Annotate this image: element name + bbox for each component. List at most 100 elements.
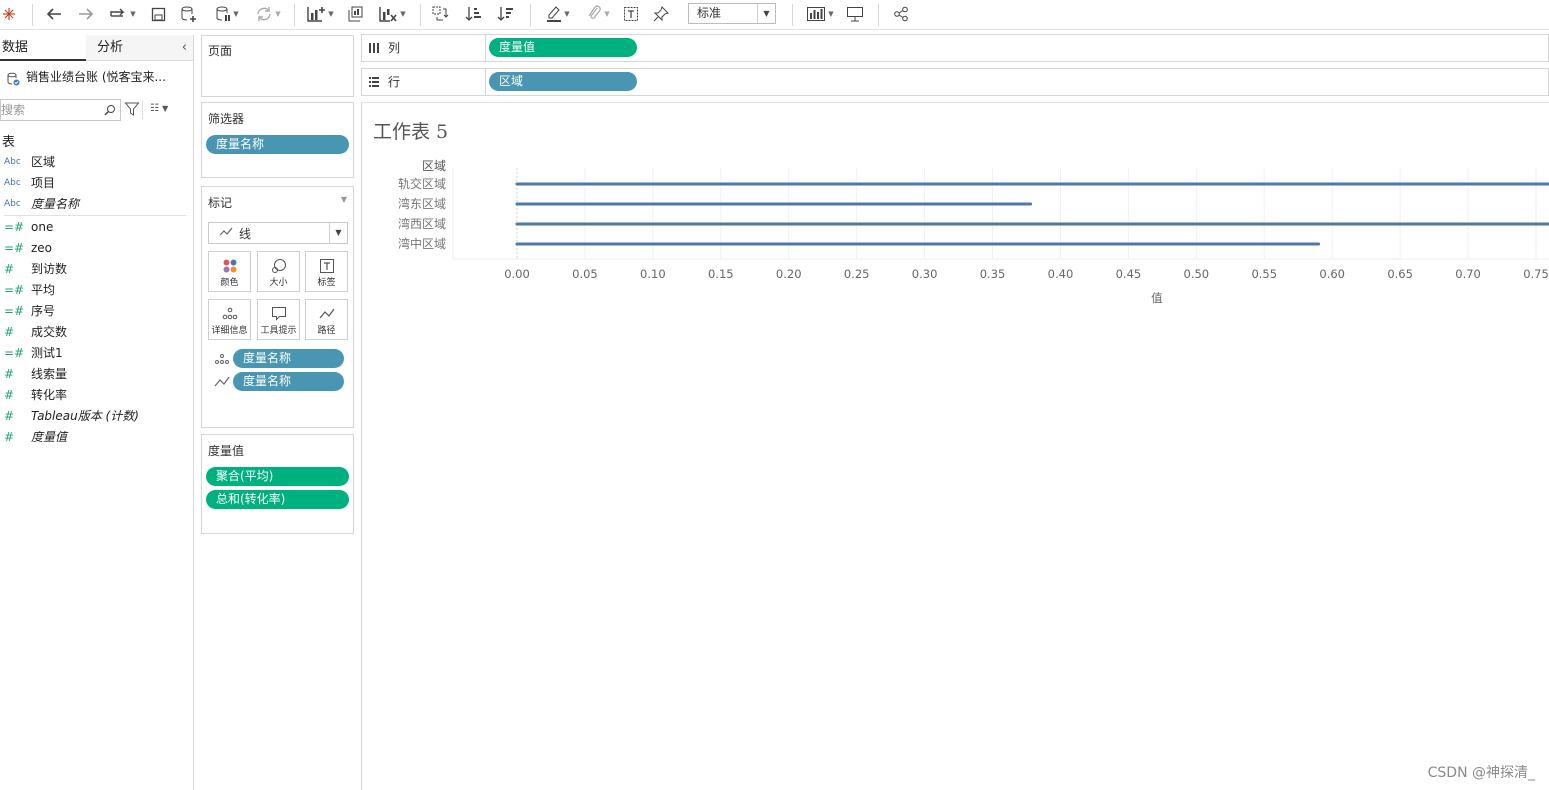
label-icon[interactable]: [620, 3, 642, 25]
view-list-icon[interactable]: ☷ ▼: [150, 103, 168, 114]
measure-field[interactable]: # 转化率: [0, 385, 190, 405]
row-label: 轨交区域: [398, 176, 446, 191]
dimension-field[interactable]: Abc 项目: [0, 173, 190, 193]
label-button[interactable]: 标签: [305, 251, 348, 292]
toolbar: ▼ ▼ ▼ ▼ ▼ ▼ ▼ 标准 ▼ ▼: [0, 0, 1549, 30]
dimension-field[interactable]: Abc 度量名称: [0, 194, 190, 214]
measure-field[interactable]: =# one: [0, 217, 190, 237]
search-field[interactable]: 搜索: [0, 99, 121, 121]
detail-button[interactable]: 详细信息: [208, 299, 251, 340]
tableau-logo-icon[interactable]: [0, 3, 18, 25]
clear-sheet-icon[interactable]: ▼: [374, 3, 410, 25]
x-tick-label: 0.10: [640, 267, 666, 281]
measure-field[interactable]: # 线索量: [0, 364, 190, 384]
tooltip-button[interactable]: 工具提示: [257, 299, 300, 340]
collapse-pane-icon[interactable]: ‹: [182, 35, 187, 61]
x-tick-label: 0.50: [1184, 267, 1210, 281]
measure-field[interactable]: =# 序号: [0, 301, 190, 321]
replay-icon[interactable]: ▼: [104, 3, 140, 25]
sheet-title: 工作表 5: [373, 121, 449, 143]
size-button[interactable]: 大小: [257, 251, 300, 292]
mark-type-value: 线: [239, 227, 252, 241]
filter-icon[interactable]: [124, 101, 140, 120]
measure-type-icon: #: [4, 430, 15, 444]
swap-icon[interactable]: [428, 3, 452, 25]
tooltip-icon: [258, 306, 299, 322]
columns-pill[interactable]: 度量值: [489, 38, 637, 57]
color-button[interactable]: 颜色: [208, 251, 251, 292]
measure-field-label: 度量值: [31, 430, 68, 444]
measure-field[interactable]: # 度量值: [0, 427, 190, 447]
marks-menu-icon[interactable]: ▼: [341, 195, 347, 204]
redo-icon[interactable]: [74, 3, 98, 25]
x-tick-label: 0.55: [1251, 267, 1277, 281]
data-pane: 数据 分析 ‹ 销售业绩台账 (悦客宝来... 搜索 ☷ ▼ 表 Abc 区域 Ab…: [0, 35, 194, 790]
rows-icon: [368, 69, 380, 97]
undo-icon[interactable]: [42, 3, 66, 25]
watermark: CSDN @神探清_: [1427, 765, 1535, 781]
measure-field[interactable]: # 到访数: [0, 259, 190, 279]
measure-type-icon: =#: [4, 283, 25, 297]
rows-pill[interactable]: 区域: [489, 72, 637, 91]
x-tick-label: 0.40: [1048, 267, 1074, 281]
refresh-icon[interactable]: ▼: [250, 3, 286, 25]
measure-field[interactable]: =# zeo: [0, 238, 190, 258]
measure-type-icon: #: [4, 409, 15, 423]
dimension-field[interactable]: Abc 区域: [0, 152, 190, 172]
measure-field[interactable]: =# 平均: [0, 280, 190, 300]
measure-field[interactable]: =# 测试1: [0, 343, 190, 363]
sort-ascending-icon[interactable]: [462, 3, 486, 25]
search-icon: [104, 100, 116, 122]
tab-data-label: 数据: [2, 40, 29, 55]
highlight-icon[interactable]: ▼: [540, 3, 576, 25]
measure-field-label: 测试1: [31, 346, 63, 360]
x-tick-label: 0.60: [1319, 267, 1345, 281]
datasource-paused-icon[interactable]: ▼: [209, 3, 245, 25]
path-button[interactable]: 路径: [305, 299, 348, 340]
view-size-dropdown[interactable]: 标准 ▼: [688, 3, 776, 24]
columns-icon: [368, 35, 380, 63]
datasource-item[interactable]: 销售业绩台账 (悦客宝来...: [0, 65, 193, 89]
mark-type-dropdown[interactable]: 线 ▼: [208, 222, 348, 244]
measure-field-label: Tableau版本 (计数): [31, 409, 139, 423]
color-icon: [209, 258, 250, 274]
measure-field[interactable]: # 成交数: [0, 322, 190, 342]
columns-shelf[interactable]: 列 度量值: [361, 34, 1549, 62]
measure-field-label: 转化率: [31, 388, 68, 402]
tab-analysis[interactable]: 分析 ‹: [86, 35, 193, 61]
measure-type-icon: #: [4, 262, 15, 276]
view-size-value: 标准: [697, 6, 722, 20]
sort-descending-icon[interactable]: [494, 3, 518, 25]
measure-type-icon: =#: [4, 304, 25, 318]
measure-values-card[interactable]: 度量值 聚合(平均) 总和(转化率): [201, 434, 354, 534]
rows-header: 行: [362, 69, 486, 95]
dimension-field-label: 项目: [31, 176, 56, 190]
measure-field[interactable]: # Tableau版本 (计数): [0, 406, 190, 426]
measure-values-title: 度量值: [208, 444, 245, 458]
filters-card[interactable]: 筛选器 度量名称: [201, 102, 354, 178]
measure-type-icon: #: [4, 388, 15, 402]
rows-shelf[interactable]: 行 区域: [361, 68, 1549, 96]
mark-detail-pill[interactable]: 度量名称: [233, 349, 344, 368]
pin-icon[interactable]: [650, 3, 672, 25]
tab-data[interactable]: 数据: [0, 35, 86, 61]
group-icon[interactable]: ▼: [580, 3, 616, 25]
marks-card: 标记 ▼ 线 ▼ 颜色 大小 标签 详细信息 工具提示 路径 度量名称 度量名称: [201, 186, 354, 428]
presentation-icon[interactable]: [844, 3, 866, 25]
measure-value-pill-sum[interactable]: 总和(转化率): [206, 490, 349, 509]
new-datasource-icon[interactable]: [178, 3, 200, 25]
filter-pill[interactable]: 度量名称: [206, 135, 349, 154]
divider: [4, 215, 186, 216]
dimension-field-label: 度量名称: [31, 197, 80, 211]
row-header: 区域: [422, 159, 446, 173]
mark-path-pill[interactable]: 度量名称: [233, 372, 344, 391]
pages-card[interactable]: 页面: [201, 35, 354, 97]
share-icon[interactable]: [890, 3, 912, 25]
measure-field-label: 到访数: [31, 262, 68, 276]
save-icon[interactable]: [147, 3, 169, 25]
show-me-icon[interactable]: ▼: [802, 3, 838, 25]
datasource-name: 销售业绩台账 (悦客宝来...: [26, 70, 166, 84]
new-worksheet-icon[interactable]: ▼: [302, 3, 338, 25]
measure-value-pill-avg[interactable]: 聚合(平均): [206, 467, 349, 486]
duplicate-sheet-icon[interactable]: [344, 3, 366, 25]
